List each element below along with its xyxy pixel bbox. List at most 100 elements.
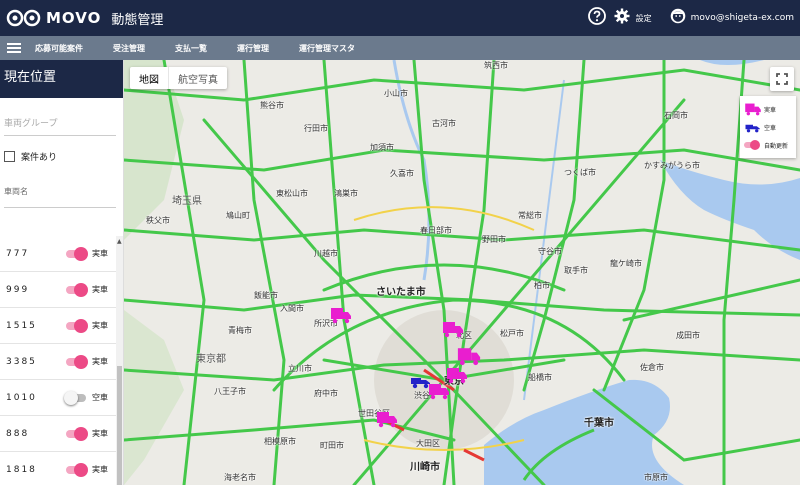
user-email[interactable]: movo@shigeta-ex.com (691, 13, 794, 23)
truck-empty-icon (745, 124, 760, 133)
vehicle-list-scrollbar[interactable]: ▲ (116, 236, 123, 485)
map-label-narita: 成田市 (676, 331, 700, 340)
vehicle-name: 999 (6, 284, 30, 295)
map-area[interactable]: さいたま市 埼玉県 東京都 千葉市 川崎市 つくば市 古河市 加須市 行田市 鴻… (124, 60, 800, 485)
vehicle-row[interactable]: 777 実車 (0, 236, 116, 272)
settings-link[interactable]: 設定 (636, 13, 652, 24)
vehicle-row[interactable]: 999 実車 (0, 272, 116, 308)
map-label-funabashi: 船橋市 (528, 373, 552, 382)
map-label-kawasaki-city: 川崎市 (410, 462, 440, 473)
map-label-moriya: 守谷市 (538, 247, 562, 256)
map-label-saitama-pref: 埼玉県 (172, 196, 202, 207)
map-label-kazo: 加須市 (370, 143, 394, 152)
scroll-up-icon[interactable]: ▲ (117, 238, 122, 245)
legend-empty: 空車 (744, 118, 792, 136)
map-label-sakura: 佐倉市 (640, 363, 664, 372)
vehicle-toggle[interactable] (66, 462, 88, 477)
vehicle-row[interactable]: 1010 空車 (0, 380, 116, 416)
nav-item-order-management[interactable]: 受注管理 (113, 43, 145, 54)
map-label-ota: 大田区 (416, 439, 440, 448)
truck-loaded-marker[interactable] (330, 306, 352, 328)
vehicle-toggle[interactable] (64, 390, 86, 405)
vehicle-name: 1818 (6, 464, 37, 475)
vehicle-status: 実車 (92, 357, 108, 366)
map-label-hachioji: 八王子市 (214, 387, 246, 396)
nav-item-payment-list[interactable]: 支払一覧 (175, 43, 207, 54)
truck-loaded-icon (745, 103, 761, 116)
map-label-chichibu: 秩父市 (146, 216, 170, 225)
map-label-kasumigaura: かすみがうら市 (644, 161, 700, 170)
has-job-filter[interactable]: 案件あり (4, 150, 57, 163)
nav-item-operation-master[interactable]: 運行管理マスタ (299, 43, 355, 54)
truck-loaded-marker[interactable] (442, 320, 464, 342)
vehicle-status: 実車 (92, 321, 108, 330)
map-label-machida: 町田市 (320, 441, 344, 450)
vehicle-group-select[interactable]: 車両グループ (4, 116, 116, 136)
map-label-chiba-city: 千葉市 (584, 418, 614, 429)
map-type-satellite-button[interactable]: 航空写真 (168, 67, 227, 89)
fullscreen-button[interactable] (770, 67, 794, 91)
truck-empty-marker[interactable] (410, 373, 432, 393)
map-label-ome: 青梅市 (228, 326, 252, 335)
map-label-oyama: 小山市 (384, 89, 408, 98)
vehicle-row[interactable]: 1515 実車 (0, 308, 116, 344)
nav-item-operation-management[interactable]: 運行管理 (237, 43, 269, 54)
map-label-kasukabe: 春日部市 (420, 226, 452, 235)
vehicle-status: 実車 (92, 249, 108, 258)
vehicle-status: 実車 (92, 285, 108, 294)
map-label-konosu: 鴻巣市 (334, 189, 358, 198)
map-type-map-button[interactable]: 地図 (130, 67, 168, 89)
map-label-koga: 古河市 (432, 119, 456, 128)
map-label-kawagoe: 川越市 (314, 249, 338, 258)
map-label-gyoda: 行田市 (304, 124, 328, 133)
gear-icon[interactable] (614, 8, 630, 28)
map-label-ebina: 海老名市 (224, 473, 256, 482)
map-label-hanno: 飯能市 (254, 291, 278, 300)
map-label-matsudo: 松戸市 (500, 329, 524, 338)
nav-bar: 応募可能案件 受注管理 支払一覧 運行管理 運行管理マスタ (0, 36, 800, 60)
top-bar: MOVO 動態管理 設定 movo@shigeta-ex.com (0, 0, 800, 36)
legend-auto-update[interactable]: 自動更新 (744, 136, 792, 154)
map-label-ishioka: 石岡市 (664, 111, 688, 120)
movo-logo[interactable]: MOVO (6, 8, 101, 28)
nav-item-available-jobs[interactable]: 応募可能案件 (35, 43, 83, 54)
vehicle-toggle[interactable] (66, 354, 88, 369)
help-icon[interactable] (587, 7, 606, 29)
vehicle-name-input[interactable]: 車両名 (4, 186, 116, 208)
map-label-joso: 常総市 (518, 211, 542, 220)
scrollbar-thumb[interactable] (117, 366, 122, 485)
panel-title: 現在位置 (0, 60, 123, 98)
vehicle-name: 1010 (6, 392, 37, 403)
map-label-tachikawa: 立川市 (288, 364, 312, 373)
app-title: 動態管理 (111, 12, 164, 28)
vehicle-toggle[interactable] (66, 318, 88, 333)
vehicle-list: 777 実車 999 実車 1515 実車 3385 実車 1010 空車 88… (0, 236, 116, 485)
map-label-hatoyama: 鳩山町 (226, 211, 250, 220)
map-label-chikusei: 筑西市 (484, 61, 508, 70)
map-label-kuki: 久喜市 (390, 169, 414, 178)
vehicle-row[interactable]: 3385 実車 (0, 344, 116, 380)
map-label-noda: 野田市 (482, 235, 506, 244)
vehicle-status: 空車 (92, 393, 108, 402)
map-label-higashimatsuyama: 東松山市 (276, 189, 308, 198)
legend-loaded: 実車 (744, 100, 792, 118)
map-label-tokyo-to: 東京都 (196, 354, 226, 365)
vehicle-name: 1515 (6, 320, 37, 331)
user-avatar-icon[interactable] (670, 8, 686, 28)
map-label-ichihara: 市原市 (644, 473, 668, 482)
vehicle-toggle[interactable] (66, 426, 88, 441)
map-label-iruma: 入間市 (280, 304, 304, 313)
legend-loaded-label: 実車 (764, 106, 777, 114)
has-job-checkbox[interactable] (4, 151, 15, 162)
vehicle-name: 888 (6, 428, 30, 439)
vehicle-toggle[interactable] (66, 246, 88, 261)
truck-loaded-marker[interactable] (376, 410, 398, 432)
hamburger-menu-icon[interactable] (7, 41, 21, 55)
vehicle-row[interactable]: 888 実車 (0, 416, 116, 452)
map-legend: 実車 空車 自動更新 (740, 96, 796, 158)
auto-update-toggle[interactable] (744, 140, 760, 150)
has-job-label: 案件あり (21, 153, 58, 163)
vehicle-name: 777 (6, 248, 30, 259)
vehicle-toggle[interactable] (66, 282, 88, 297)
vehicle-row[interactable]: 1818 実車 (0, 452, 116, 485)
